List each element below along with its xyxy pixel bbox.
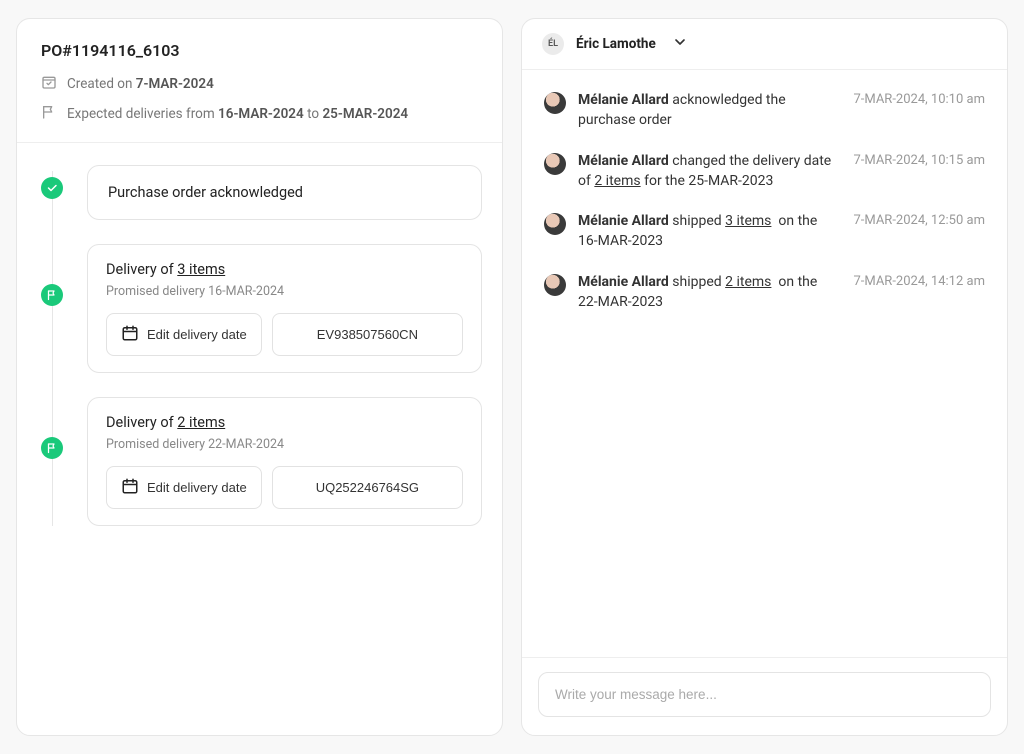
timeline: Purchase order acknowledged Delivery of … [17, 143, 502, 735]
activity-row: Mélanie Allard shipped 2 items on the 22… [544, 272, 985, 313]
activity-row: Mélanie Allard shipped 3 items on the 16… [544, 211, 985, 252]
ack-title: Purchase order acknowledged [108, 184, 461, 201]
po-title: PO#1194116_6103 [41, 41, 478, 60]
delivery-2-title: Delivery of 2 items [106, 414, 463, 431]
check-icon [41, 177, 63, 199]
activity-timestamp: 7-MAR-2024, 12:50 am [853, 213, 985, 228]
delivery-1-sub: Promised delivery 16-MAR-2024 [106, 284, 463, 299]
delivery-card-1: Delivery of 3 items Promised delivery 16… [87, 244, 482, 373]
calendar-icon [121, 324, 139, 345]
activity-row: Mélanie Allard changed the delivery date… [544, 151, 985, 192]
expected-deliveries-row: Expected deliveries from 16-MAR-2024 to … [41, 104, 478, 124]
delivery-card-2: Delivery of 2 items Promised delivery 22… [87, 397, 482, 526]
user-name: Éric Lamothe [576, 36, 656, 52]
avatar [544, 274, 566, 296]
activity-text: Mélanie Allard shipped 3 items on the 16… [578, 211, 831, 252]
flag-icon [41, 104, 57, 124]
activity-text: Mélanie Allard acknowledged the purchase… [578, 90, 831, 131]
purchase-order-panel: PO#1194116_6103 Created on 7-MAR-2024 Ex… [16, 18, 503, 736]
expected-label-pre: Expected deliveries from [67, 106, 215, 122]
timeline-item-delivery-2: Delivery of 2 items Promised delivery 22… [41, 397, 482, 526]
expected-to: 25-MAR-2024 [322, 106, 408, 122]
activity-panel: ÉL Éric Lamothe Mélanie Allard acknowled… [521, 18, 1008, 736]
edit-delivery-date-button[interactable]: Edit delivery date [106, 466, 262, 509]
avatar [544, 213, 566, 235]
timeline-item-delivery-1: Delivery of 3 items Promised delivery 16… [41, 244, 482, 373]
message-input[interactable] [538, 672, 991, 717]
created-label: Created on [67, 76, 132, 92]
expected-from: 16-MAR-2024 [218, 106, 304, 122]
delivery-2-sub: Promised delivery 22-MAR-2024 [106, 437, 463, 452]
delivery-1-items-link[interactable]: 3 items [177, 261, 225, 278]
activity-timestamp: 7-MAR-2024, 10:15 am [853, 153, 985, 168]
delivery-1-title: Delivery of 3 items [106, 261, 463, 278]
activity-timestamp: 7-MAR-2024, 14:12 am [853, 274, 985, 289]
activity-text: Mélanie Allard shipped 2 items on the 22… [578, 272, 831, 313]
flag-icon [41, 284, 63, 306]
message-composer [522, 657, 1007, 735]
po-header: PO#1194116_6103 Created on 7-MAR-2024 Ex… [17, 19, 502, 143]
delivery-2-items-link[interactable]: 2 items [177, 414, 225, 431]
avatar [544, 153, 566, 175]
activity-list: Mélanie Allard acknowledged the purchase… [522, 70, 1007, 657]
timeline-item-ack: Purchase order acknowledged [41, 165, 482, 220]
calendar-icon [121, 477, 139, 498]
activity-row: Mélanie Allard acknowledged the purchase… [544, 90, 985, 131]
created-on-row: Created on 7-MAR-2024 [41, 74, 478, 94]
tracking-number-button[interactable]: UQ252246764SG [272, 466, 463, 509]
activity-timestamp: 7-MAR-2024, 10:10 am [853, 92, 985, 107]
edit-delivery-date-button[interactable]: Edit delivery date [106, 313, 262, 356]
calendar-check-icon [41, 74, 57, 94]
activity-header: ÉL Éric Lamothe [522, 19, 1007, 70]
avatar [544, 92, 566, 114]
activity-items-link[interactable]: 2 items [725, 274, 771, 290]
flag-icon [41, 437, 63, 459]
user-avatar: ÉL [542, 33, 564, 55]
ack-card: Purchase order acknowledged [87, 165, 482, 220]
activity-items-link[interactable]: 2 items [594, 173, 640, 189]
activity-text: Mélanie Allard changed the delivery date… [578, 151, 831, 192]
activity-items-link[interactable]: 3 items [725, 213, 771, 229]
created-date: 7-MAR-2024 [136, 76, 214, 92]
chevron-down-icon[interactable] [672, 34, 688, 54]
expected-label-mid: to [307, 106, 319, 122]
tracking-number-button[interactable]: EV938507560CN [272, 313, 463, 356]
